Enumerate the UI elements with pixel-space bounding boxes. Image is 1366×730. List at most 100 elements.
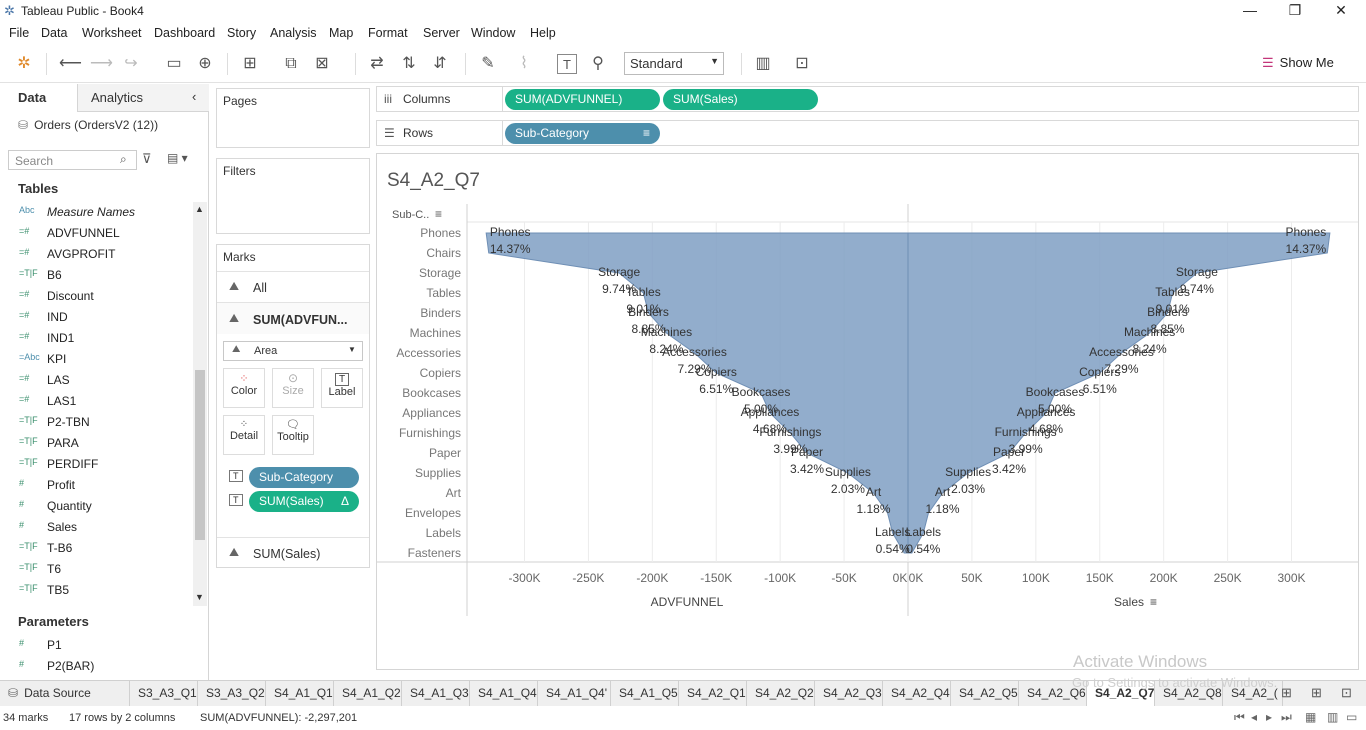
new-dashboard-tab-icon[interactable]: ⊞ [1311, 685, 1322, 701]
field-item[interactable]: =T|F T6 [0, 559, 190, 580]
sheet-tab[interactable]: S4_A2_Q1 [679, 681, 747, 706]
parameter-item[interactable]: # P1 [0, 635, 190, 656]
prev-sheet-icon[interactable]: ◂ [1251, 710, 1257, 724]
sheet-tab[interactable]: S4_A1_Q5 [611, 681, 679, 706]
field-item[interactable]: =T|F PERDIFF [0, 454, 190, 475]
new-story-tab-icon[interactable]: ⊡ [1341, 685, 1352, 701]
group-icon[interactable]: ⌇ [514, 54, 534, 74]
pages-card[interactable]: Pages [216, 88, 370, 148]
field-item[interactable]: # Sales [0, 517, 190, 538]
next-sheet-icon[interactable]: ▸ [1266, 710, 1272, 724]
field-item[interactable]: =T|F P2-TBN [0, 412, 190, 433]
sheet-tab[interactable]: S4_A1_Q4' [538, 681, 611, 706]
sheet-tab[interactable]: S4_A2_Q4 [883, 681, 951, 706]
field-item[interactable]: =Abc KPI [0, 349, 190, 370]
tab-analytics[interactable]: Analytics ‹ [78, 84, 209, 112]
marks-sales-tab[interactable]: ⛰ SUM(Sales) [217, 537, 369, 567]
columns-advfunnel-pill[interactable]: SUM(ADVFUNNEL) [505, 89, 660, 110]
sheet-tab[interactable]: S4_A1_Q4 [470, 681, 538, 706]
field-item[interactable]: # Profit [0, 475, 190, 496]
filter-icon[interactable]: ⊽ [142, 151, 152, 167]
sort-descending-icon[interactable]: ⇵ [430, 54, 450, 74]
marks-sales-pill[interactable]: SUM(Sales) Δ [249, 491, 359, 512]
minimize-button[interactable]: — [1227, 2, 1273, 18]
new-worksheet-tab-icon[interactable]: ⊞ [1281, 685, 1292, 701]
swap-icon[interactable]: ⇄ [367, 54, 387, 74]
marks-all-tab[interactable]: ⛰ All [217, 271, 369, 302]
tooltip-button[interactable]: 🗨 Tooltip [272, 415, 314, 455]
show-me-button[interactable]: ☰ Show Me [1262, 55, 1334, 71]
last-sheet-icon[interactable]: ⏭ [1281, 710, 1292, 725]
field-item[interactable]: =# LAS [0, 370, 190, 391]
tableau-home-icon[interactable]: ✲ [14, 54, 34, 74]
fit-select[interactable]: Standard ▼ [624, 52, 724, 75]
menu-analysis[interactable]: Analysis [270, 26, 317, 40]
menu-dashboard[interactable]: Dashboard [154, 26, 215, 40]
collapse-pane-icon[interactable]: ‹ [192, 89, 196, 104]
filters-card[interactable]: Filters [216, 158, 370, 234]
show-sheet-sorter-icon[interactable]: ▦ [1305, 710, 1316, 724]
menu-help[interactable]: Help [530, 26, 556, 40]
sheet-tab[interactable]: S4_A2_Q5 [951, 681, 1019, 706]
field-item[interactable]: =T|F PARA [0, 433, 190, 454]
presentation-mode-icon[interactable]: ⊡ [792, 54, 812, 74]
undo-icon[interactable]: ⟵ [59, 54, 82, 74]
menu-worksheet[interactable]: Worksheet [82, 26, 142, 40]
replay-icon[interactable]: ↪ [121, 54, 141, 74]
search-input[interactable]: Search ⌕ [8, 150, 137, 170]
menu-format[interactable]: Format [368, 26, 408, 40]
columns-shelf[interactable]: iii Columns SUM(ADVFUNNEL) SUM(Sales) [376, 86, 1359, 112]
menu-server[interactable]: Server [423, 26, 460, 40]
save-icon[interactable]: ▭ [164, 54, 184, 74]
field-item[interactable]: =# LAS1 [0, 391, 190, 412]
sheet-tab[interactable]: S4_A1_Q1 [266, 681, 334, 706]
close-button[interactable]: ✕ [1318, 2, 1364, 19]
menu-window[interactable]: Window [471, 26, 515, 40]
new-datasource-icon[interactable]: ⊕ [195, 54, 215, 74]
sheet-tab[interactable]: S4_A1_Q3 [402, 681, 470, 706]
menu-data[interactable]: Data [41, 26, 67, 40]
scroll-up-icon[interactable]: ▲ [195, 204, 204, 214]
sheet-tab[interactable]: S3_A3_Q2 [198, 681, 266, 706]
sheet-tab[interactable]: S4_A2_Q2 [747, 681, 815, 706]
datasource-item[interactable]: ⛁ Orders (OrdersV2 (12)) [18, 118, 158, 132]
tab-data[interactable]: Data [0, 84, 78, 112]
field-item[interactable]: =T|F T-B6 [0, 538, 190, 559]
parameter-item[interactable]: # P2(BAR) [0, 656, 190, 677]
menu-file[interactable]: File [9, 26, 29, 40]
view-options-icon[interactable]: ▤ ▾ [167, 151, 188, 165]
sheet-tab[interactable]: S3_A3_Q1 [130, 681, 198, 706]
field-item[interactable]: =# IND [0, 307, 190, 328]
size-button[interactable]: ⊙ Size [272, 368, 314, 408]
rows-shelf[interactable]: ☰ Rows Sub-Category ≡ [376, 120, 1359, 146]
menu-story[interactable]: Story [227, 26, 256, 40]
rows-subcategory-pill[interactable]: Sub-Category ≡ [505, 123, 660, 144]
field-item[interactable]: =# IND1 [0, 328, 190, 349]
redo-icon[interactable]: ⟶ [90, 54, 113, 74]
show-tabs-icon[interactable]: ▭ [1346, 710, 1357, 724]
label-button[interactable]: T Label [321, 368, 363, 408]
restore-button[interactable]: ❐ [1272, 2, 1318, 19]
scrollbar-thumb[interactable] [195, 370, 205, 540]
marks-advfunnel-tab[interactable]: ⛰ SUM(ADVFUN... [217, 302, 369, 334]
marks-subcategory-pill[interactable]: Sub-Category [249, 467, 359, 488]
field-item[interactable]: =T|F TB5 [0, 580, 190, 601]
color-button[interactable]: ⁘ Color [223, 368, 265, 408]
show-filmstrip-icon[interactable]: ▥ [1327, 710, 1338, 724]
detail-button[interactable]: ⁘ Detail [223, 415, 265, 455]
field-item[interactable]: =# ADVFUNNEL [0, 223, 190, 244]
sheet-tab[interactable]: S4_A1_Q2 [334, 681, 402, 706]
menu-map[interactable]: Map [329, 26, 353, 40]
sort-ascending-icon[interactable]: ⇅ [399, 54, 419, 74]
mark-type-select[interactable]: ⛰ Area ▼ [223, 341, 363, 361]
duplicate-sheet-icon[interactable]: ⧉ [281, 54, 301, 74]
columns-sales-pill[interactable]: SUM(Sales) [663, 89, 818, 110]
field-list-scrollbar[interactable]: ▲ ▼ [193, 202, 207, 606]
new-worksheet-icon[interactable]: ⊞ [240, 54, 260, 74]
sheet-tab[interactable]: S4_A2_Q3 [815, 681, 883, 706]
field-item[interactable]: # Quantity [0, 496, 190, 517]
scroll-down-icon[interactable]: ▼ [195, 592, 204, 602]
chart-type-icon[interactable]: ▥ [753, 54, 773, 74]
clear-sheet-icon[interactable]: ⊠ [312, 54, 332, 74]
datasource-tab[interactable]: ⛁ Data Source [0, 681, 130, 706]
